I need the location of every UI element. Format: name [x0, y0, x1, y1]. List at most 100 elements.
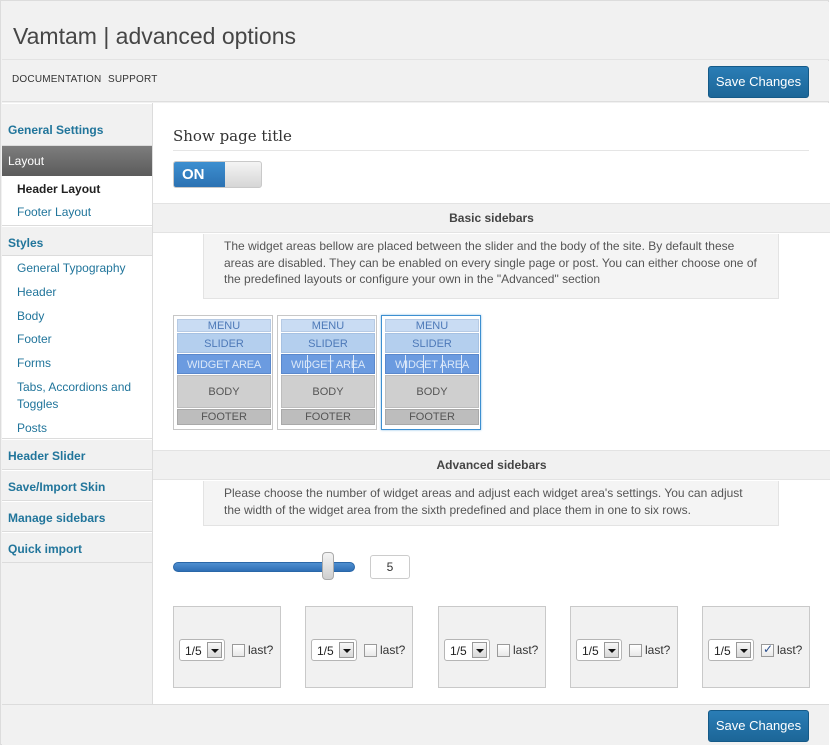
title-bar: Vamtam | advanced options — [2, 2, 829, 60]
layout-slider-block: SLIDER — [177, 333, 271, 353]
save-changes-button-bottom[interactable]: Save Changes — [708, 710, 809, 742]
width-select[interactable]: 1/5 — [576, 639, 622, 661]
sidebar-item-header-slider[interactable]: Header Slider — [2, 439, 152, 470]
layout-widget-label: WIDGET AREA — [395, 359, 469, 371]
advanced-sidebars-header: Advanced sidebars — [153, 450, 830, 480]
top-toolbar: DOCUMENTATION SUPPORT Save Changes — [2, 61, 829, 102]
basic-sidebars-description: The widget areas bellow are placed betwe… — [203, 234, 779, 299]
sidebar-item-label: Manage sidebars — [8, 511, 106, 525]
toggle-state: ON — [174, 162, 225, 187]
width-select[interactable]: 1/5 — [311, 639, 357, 661]
sidebar-item-quick-import[interactable]: Quick import — [2, 532, 152, 563]
sidebar-layout-option-1[interactable]: MENU SLIDER WIDGET AREA BODY FOOTER — [173, 315, 273, 430]
show-page-title-toggle[interactable]: ON — [173, 161, 262, 188]
column-divider — [461, 355, 462, 373]
sidebar-item-label: Styles — [8, 236, 44, 250]
widget-area-5: 1/5 last? — [702, 606, 810, 688]
chevron-down-icon — [339, 642, 354, 658]
submenu-item-header-layout[interactable]: Header Layout — [17, 181, 100, 198]
sidebar-item-manage-sidebars[interactable]: Manage sidebars — [2, 501, 152, 532]
submenu-item-header[interactable]: Header — [17, 284, 56, 301]
last-label: last? — [645, 643, 671, 657]
sidebar-item-label: Save/Import Skin — [8, 480, 106, 494]
sidebar-layout-option-3[interactable]: MENU SLIDER WIDGET AREA BODY FOOTER — [381, 315, 481, 430]
save-changes-button-top[interactable]: Save Changes — [708, 66, 809, 98]
bottom-toolbar: Save Changes — [2, 704, 829, 745]
layout-body-block: BODY — [281, 375, 375, 408]
widget-area-3: 1/5 last? — [438, 606, 546, 688]
chevron-down-icon — [736, 642, 751, 658]
styles-submenu: General Typography Header Body Footer Fo… — [2, 256, 152, 439]
sidebar-item-layout[interactable]: Layout — [2, 146, 160, 176]
column-divider — [423, 355, 424, 373]
sidebar-layout-option-2[interactable]: MENU SLIDER WIDGET AREA BODY FOOTER — [277, 315, 377, 430]
submenu-item-footer[interactable]: Footer — [17, 331, 52, 348]
layout-menu-block: MENU — [281, 319, 375, 332]
column-divider — [353, 355, 354, 373]
width-value: 1/5 — [582, 644, 599, 658]
layout-widget-area-block: WIDGET AREA — [177, 354, 271, 374]
column-divider — [330, 355, 331, 373]
last-checkbox[interactable] — [761, 642, 774, 657]
submenu-item-posts[interactable]: Posts — [17, 420, 47, 437]
sidebar-item-label: Layout — [8, 154, 45, 168]
last-label: last? — [380, 643, 406, 657]
width-select[interactable]: 1/5 — [179, 639, 225, 661]
layout-widget-label: WIDGET AREA — [187, 359, 261, 371]
submenu-item-general-typography[interactable]: General Typography — [17, 260, 126, 277]
sidebar-item-save-import-skin[interactable]: Save/Import Skin — [2, 470, 152, 501]
sidebar-item-label: General Settings — [8, 123, 104, 137]
sidebar-item-label: Quick import — [8, 542, 83, 556]
layout-slider-block: SLIDER — [281, 333, 375, 353]
layout-widget-area-block: WIDGET AREA — [281, 354, 375, 374]
sidebar-item-styles[interactable]: Styles — [2, 226, 152, 256]
sidebar-item-label: Header Slider — [8, 449, 86, 463]
basic-sidebars-header: Basic sidebars — [153, 203, 830, 233]
main-content: Show page title ON Basic sidebars The wi… — [152, 103, 830, 704]
widget-area-2: 1/5 last? — [305, 606, 413, 688]
column-divider — [307, 355, 308, 373]
layout-menu-block: MENU — [177, 319, 271, 332]
column-divider — [442, 355, 443, 373]
layout-slider-block: SLIDER — [385, 333, 479, 353]
submenu-item-tabs-accordions-toggles[interactable]: Tabs, Accordions and Toggles — [17, 379, 142, 413]
slider-handle[interactable] — [322, 552, 334, 580]
last-label: last? — [248, 643, 274, 657]
width-value: 1/5 — [185, 644, 202, 658]
last-label: last? — [777, 643, 803, 657]
advanced-sidebars-description: Please choose the number of widget areas… — [203, 481, 779, 526]
width-select[interactable]: 1/5 — [444, 639, 490, 661]
options-window: Vamtam | advanced options DOCUMENTATION … — [0, 0, 830, 745]
column-divider — [405, 355, 406, 373]
last-checkbox[interactable] — [232, 644, 245, 657]
sidebar-item-general-settings[interactable]: General Settings — [2, 103, 152, 146]
submenu-item-body[interactable]: Body — [17, 308, 44, 325]
chevron-down-icon — [207, 642, 222, 658]
layout-footer-block: FOOTER — [385, 409, 479, 425]
last-checkbox[interactable] — [497, 644, 510, 657]
layout-footer-block: FOOTER — [281, 409, 375, 425]
width-select[interactable]: 1/5 — [708, 639, 754, 661]
chevron-down-icon — [472, 642, 487, 658]
last-checkbox[interactable] — [364, 644, 377, 657]
layout-body-block: BODY — [177, 375, 271, 408]
documentation-link[interactable]: DOCUMENTATION — [12, 74, 101, 85]
show-page-title-label: Show page title — [173, 127, 292, 145]
support-link[interactable]: SUPPORT — [108, 74, 158, 85]
layout-footer-block: FOOTER — [177, 409, 271, 425]
submenu-item-footer-layout[interactable]: Footer Layout — [17, 204, 91, 221]
layout-submenu: Header Layout Footer Layout — [2, 176, 152, 226]
last-checkbox[interactable] — [629, 644, 642, 657]
widget-count-input[interactable]: 5 — [370, 555, 410, 579]
width-value: 1/5 — [714, 644, 731, 658]
layout-body-block: BODY — [385, 375, 479, 408]
submenu-item-forms[interactable]: Forms — [17, 355, 51, 372]
last-label: last? — [513, 643, 539, 657]
divider — [173, 150, 809, 151]
width-value: 1/5 — [317, 644, 334, 658]
sidebar-nav: General Settings Layout Header Layout Fo… — [2, 103, 160, 704]
layout-menu-block: MENU — [385, 319, 479, 332]
layout-widget-area-block: WIDGET AREA — [385, 354, 479, 374]
width-value: 1/5 — [450, 644, 467, 658]
page-title: Vamtam | advanced options — [13, 23, 296, 49]
